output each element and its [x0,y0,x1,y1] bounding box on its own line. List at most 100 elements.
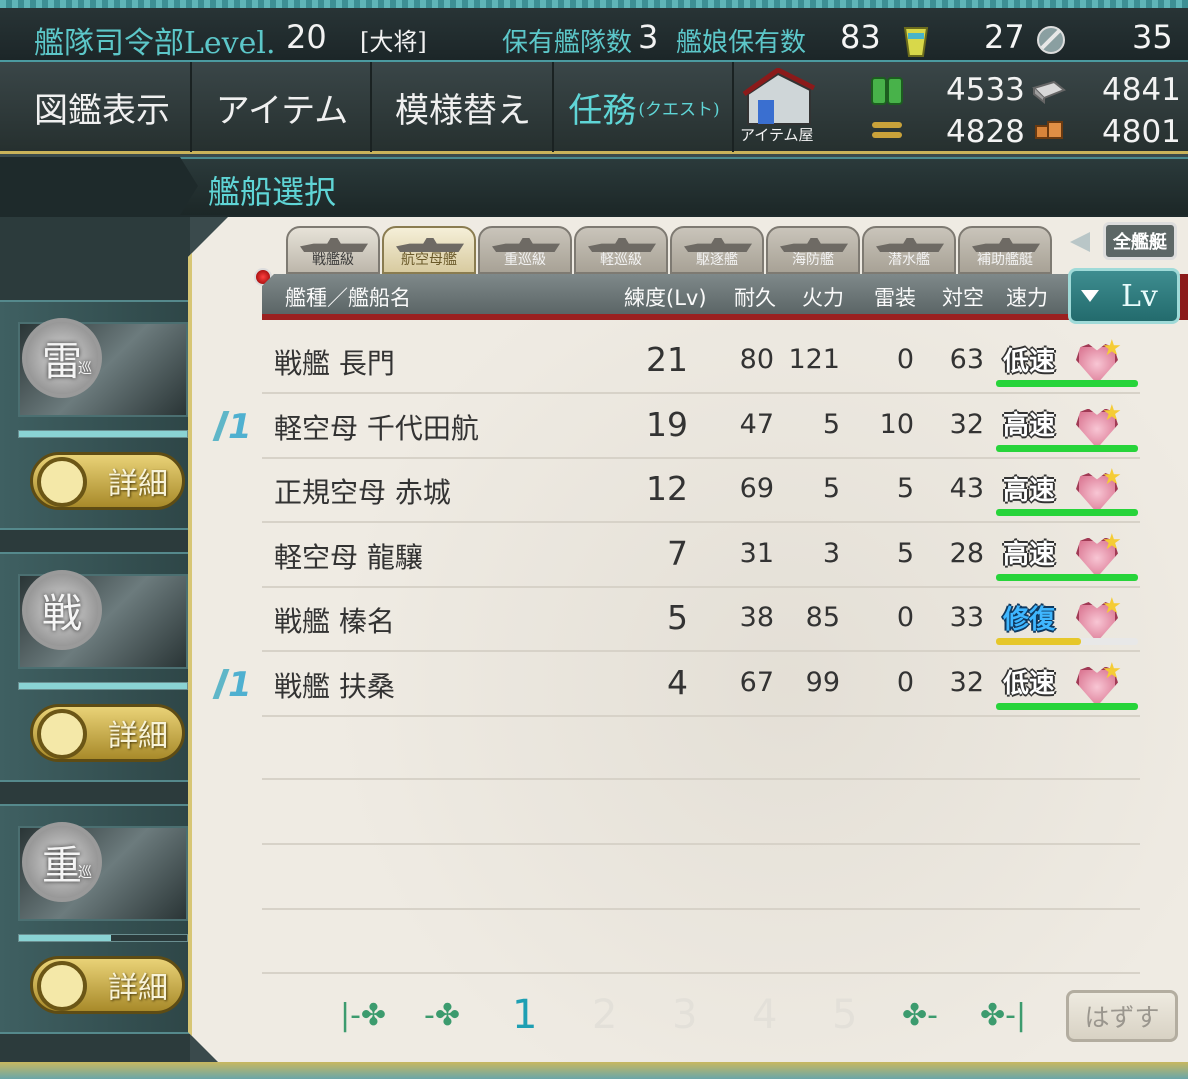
steel-value: 4841 [1102,72,1181,108]
rank: [大将] [360,28,427,56]
ship-name: 軽空母 龍驤 [274,540,423,574]
ship-hp: 38 [739,602,774,633]
quest-button[interactable]: 任務 (クエスト) [556,62,734,152]
filter-tab-8[interactable]: 補助艦艇 [958,226,1052,274]
shop-button[interactable]: アイテム屋 [738,67,818,148]
ship-name: 戦艦 長門 [274,347,395,380]
heart-lock-icon[interactable]: ★ [1074,659,1122,707]
ship-row[interactable]: 軽空母 千代田航 19 47 5 10 32 高速 ★ [262,395,1140,459]
fleets-label: 保有艦隊数 [502,28,633,58]
condition-bar [996,509,1138,516]
next-page-button[interactable]: ✤- [902,998,938,1033]
ship-level: 21 [646,340,688,379]
ship-torpedo: 0 [896,602,914,633]
hp-bar [18,682,188,690]
bauxite-value: 4801 [1102,114,1181,150]
ship-row[interactable]: 戦艦 扶桑 4 67 99 0 32 低速 ★ [262,653,1140,717]
page-4[interactable]: 4 [752,992,777,1042]
fleet-slot-1[interactable]: 雷巡 詳細 [0,300,190,530]
magnifier-icon [37,961,87,1011]
ship-row[interactable]: 正規空母 赤城 12 69 5 5 43 高速 ★ [262,459,1140,523]
all-ships-arrow-icon[interactable] [1070,232,1090,252]
speed-badge: 高速 [1002,475,1055,506]
detail-button[interactable]: 詳細 [30,956,185,1014]
filter-tab-3[interactable]: 重巡級 [478,226,572,274]
ship-aa: 32 [949,666,984,698]
devmat-count: 35 [1132,18,1173,56]
speed-badge: 低速 [1002,669,1055,699]
filter-tab-label: 重巡級 [504,252,546,268]
page-5[interactable]: 5 [832,992,857,1042]
page-2[interactable]: 2 [592,992,617,1042]
ship-torpedo: 0 [896,666,914,698]
col-firepower[interactable]: 火力 [802,282,844,312]
heart-lock-icon[interactable]: ★ [1074,530,1122,578]
menu-bar: 図鑑表示 アイテム 模様替え 任務 (クエスト) アイテム屋 4533 4841 … [0,62,1188,154]
detail-label: 詳細 [108,467,168,502]
ships-label: 艦娘保有数 [676,28,807,58]
filter-tab-7[interactable]: 潜水艦 [862,226,956,274]
heart-lock-icon[interactable]: ★ [1074,336,1122,384]
ship-level: 19 [646,404,688,444]
fleet-slot-3[interactable]: 重巡 詳細 [0,804,190,1034]
ship-name: 正規空母 赤城 [274,476,451,509]
ship-row[interactable]: 軽空母 龍驤 7 31 3 5 28 高速 ★ [262,524,1140,588]
sort-label: Lv [1121,278,1158,314]
prev-page-button[interactable]: -✤ [424,998,460,1033]
col-torpedo[interactable]: 雷装 [874,282,916,312]
col-hp[interactable]: 耐久 [734,282,776,312]
badge-label: 戦 [42,591,82,637]
page-1[interactable]: 1 [512,992,537,1042]
ship-name: 戦艦 扶桑 [274,669,395,703]
ship-type-badge: 雷巡 [22,318,102,398]
filter-tab-label: 補助艦艇 [977,252,1033,268]
fleet-slot-2[interactable]: 戦 詳細 [0,552,190,782]
detail-label: 詳細 [108,719,168,754]
sort-dropdown[interactable]: Lv [1068,268,1180,324]
ship-silhouette-icon [780,238,848,252]
filter-tab-2[interactable]: 航空母艦 [382,226,476,274]
heart-lock-icon[interactable]: ★ [1074,594,1122,642]
filter-tab-5[interactable]: 駆逐艦 [670,226,764,274]
last-page-button[interactable]: ✤-| [980,998,1026,1033]
ship-type-badge: 戦 [22,570,102,650]
detail-button[interactable]: 詳細 [30,704,185,762]
col-speed[interactable]: 速力 [1006,282,1048,312]
filter-tab-6[interactable]: 海防艦 [766,226,860,274]
ships-count: 83 [840,18,881,56]
fleet-flag-icon: 1 [216,407,256,447]
ammo-icon [872,122,902,138]
quest-label: 任務 [568,90,637,131]
ship-level: 7 [667,533,688,573]
ship-row[interactable]: 戦艦 榛名 5 38 85 0 33 修復 ★ [262,588,1140,652]
remove-label: はずす [1084,1003,1160,1032]
heart-lock-icon[interactable]: ★ [1074,401,1122,449]
row-divider [262,972,1140,974]
row-divider [262,778,1140,780]
section-header: 艦船選択 [0,157,1188,217]
detail-button[interactable]: 詳細 [30,452,185,510]
page-3[interactable]: 3 [672,992,697,1042]
col-aa[interactable]: 対空 [942,282,984,312]
ship-row[interactable]: 戦艦 長門 21 80 121 0 63 低速 ★ [262,330,1140,394]
condition-bar [996,573,1138,581]
repair-status-badge: 修復 [1002,604,1055,635]
col-name: 艦種／艦船名 [285,286,411,310]
furniture-button[interactable]: 模様替え [374,62,554,152]
remove-button[interactable]: はずす [1066,990,1178,1042]
encyclopedia-label: 図鑑表示 [34,90,170,131]
ship-torpedo: 5 [896,473,914,504]
all-ships-button[interactable]: 全艦艇 [1103,222,1177,260]
badge-small-label: 巡 [78,361,92,377]
ship-silhouette-icon [972,238,1040,252]
fleet-flag-icon: 1 [216,665,256,705]
filter-tab-4[interactable]: 軽巡級 [574,226,668,274]
items-button[interactable]: アイテム [194,62,372,152]
hq-level-value: 20 [286,18,327,56]
heart-lock-icon[interactable]: ★ [1074,465,1122,513]
condition-bar [996,638,1138,645]
first-page-button[interactable]: |-✤ [340,998,386,1033]
encyclopedia-button[interactable]: 図鑑表示 [14,62,192,152]
filter-tab-1[interactable]: 戦艦級 [286,226,380,274]
col-level[interactable]: 練度(Lv) [624,282,707,312]
